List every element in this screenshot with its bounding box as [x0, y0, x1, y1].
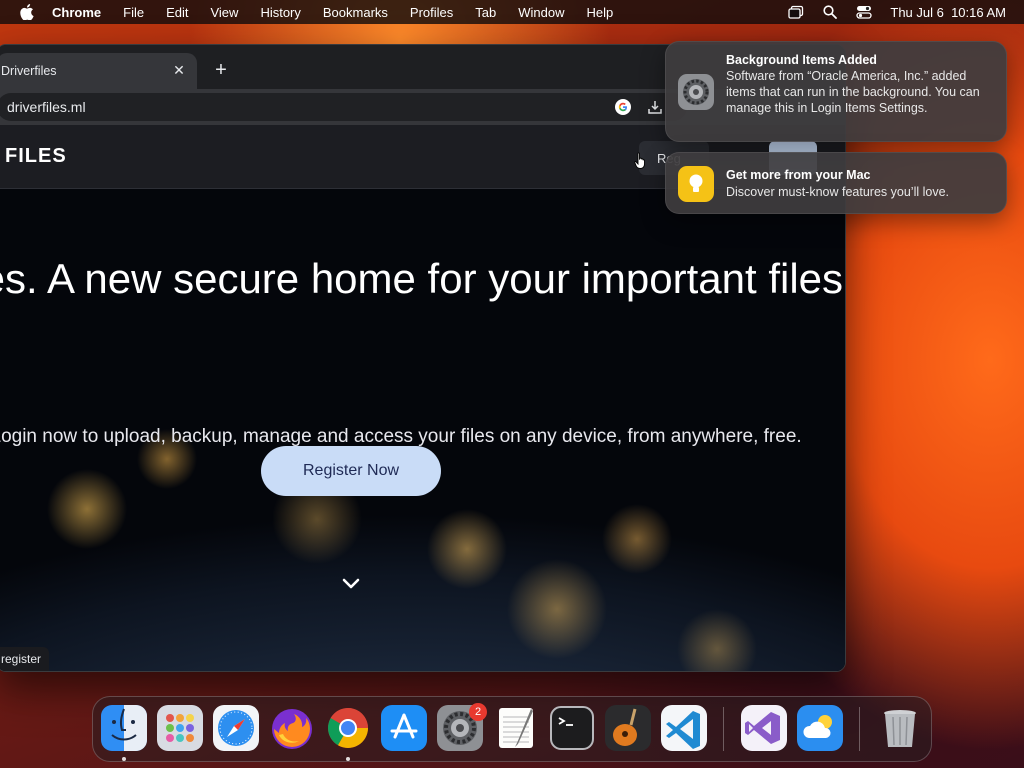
notification-body: Software from “Oracle America, Inc.” add… — [726, 69, 980, 115]
hand-pointer-cursor-icon — [634, 152, 648, 170]
site-logo[interactable]: FILES — [5, 145, 67, 168]
menu-app-name[interactable]: Chrome — [52, 5, 101, 20]
finder-icon[interactable] — [101, 705, 147, 751]
weather-icon[interactable] — [797, 705, 843, 751]
menu-bar: Chrome File Edit View History Bookmarks … — [0, 0, 1024, 24]
chevron-down-icon[interactable] — [342, 577, 360, 591]
menu-bar-status-area: Thu Jul 6 10:16 AM — [788, 0, 1006, 24]
menu-bookmarks[interactable]: Bookmarks — [323, 5, 388, 20]
settings-notification-badge: 2 — [469, 703, 487, 721]
browser-tab[interactable]: Driverfiles ✕ — [0, 53, 197, 89]
dock-separator — [859, 707, 860, 751]
firefox-icon[interactable] — [269, 705, 315, 751]
spotlight-search-icon[interactable] — [822, 4, 838, 20]
system-settings-gear-icon — [678, 74, 714, 110]
google-icon[interactable] — [615, 99, 631, 115]
notification-body: Discover must-know features you’ll love. — [726, 185, 949, 199]
apple-menu-icon[interactable] — [18, 3, 36, 21]
dock: 2 — [92, 696, 932, 762]
link-status-bar: register — [0, 647, 50, 671]
notification-title: Background Items Added — [726, 53, 877, 67]
register-now-button[interactable]: Register Now — [261, 446, 441, 496]
menu-window[interactable]: Window — [518, 5, 564, 20]
vscode-icon[interactable] — [661, 705, 707, 751]
garageband-icon[interactable] — [605, 705, 651, 751]
dock-running-indicator — [122, 757, 126, 761]
stage-manager-icon[interactable] — [788, 4, 804, 20]
menu-profiles[interactable]: Profiles — [410, 5, 453, 20]
control-center-icon[interactable] — [856, 4, 873, 20]
menu-history[interactable]: History — [260, 5, 300, 20]
notification-get-more[interactable]: Get more from your Mac Discover must-kno… — [665, 152, 1007, 214]
dock-separator — [723, 707, 724, 751]
chrome-icon[interactable] — [325, 705, 371, 751]
launchpad-icon[interactable] — [157, 705, 203, 751]
address-bar-url: driverfiles.ml — [7, 99, 86, 115]
visual-studio-icon[interactable] — [741, 705, 787, 751]
hero-section: Driverfiles. A new secure home for your … — [0, 189, 845, 671]
download-icon[interactable] — [647, 99, 663, 115]
dock-running-indicator — [346, 757, 350, 761]
tab-close-icon[interactable]: ✕ — [171, 62, 187, 78]
new-tab-icon[interactable]: + — [209, 59, 233, 83]
tips-lightbulb-icon — [678, 166, 714, 202]
menu-file[interactable]: File — [123, 5, 144, 20]
terminal-icon[interactable] — [549, 705, 595, 751]
menu-bar-clock[interactable]: Thu Jul 6 10:16 AM — [890, 5, 1006, 20]
trash-icon[interactable] — [877, 705, 923, 751]
menu-tab[interactable]: Tab — [475, 5, 496, 20]
notification-title: Get more from your Mac — [726, 168, 871, 182]
safari-icon[interactable] — [213, 705, 259, 751]
menu-view[interactable]: View — [210, 5, 238, 20]
app-store-icon[interactable] — [381, 705, 427, 751]
menu-edit[interactable]: Edit — [166, 5, 188, 20]
textedit-icon[interactable] — [493, 705, 539, 751]
menu-help[interactable]: Help — [587, 5, 614, 20]
notification-background-items[interactable]: Background Items Added Software from “Or… — [665, 41, 1007, 142]
tab-title: Driverfiles — [1, 64, 57, 78]
hero-title: Driverfiles. A new secure home for your … — [0, 255, 845, 302]
address-bar[interactable]: driverfiles.ml — [0, 93, 687, 121]
